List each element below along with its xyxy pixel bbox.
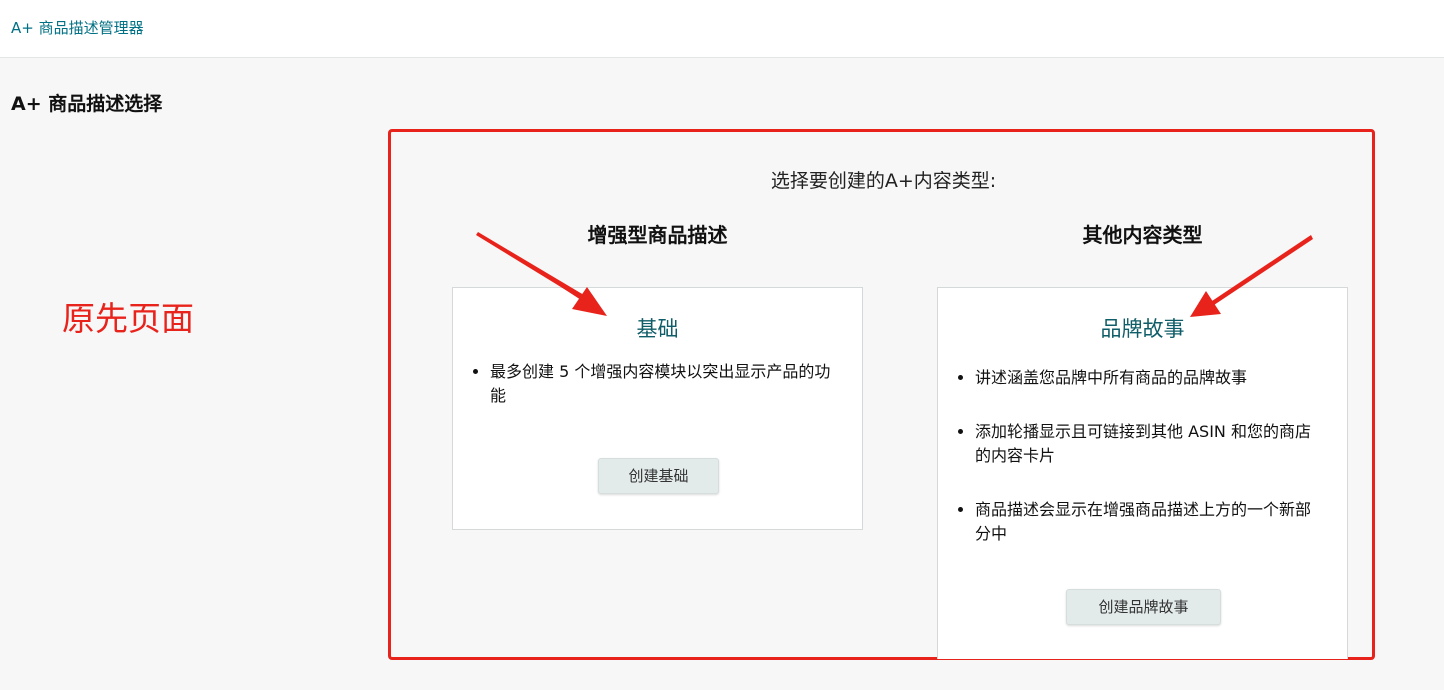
- page-title: A+ 商品描述选择: [11, 93, 163, 115]
- create-brand-story-button[interactable]: 创建品牌故事: [1066, 589, 1221, 625]
- annotation-label: 原先页面: [62, 299, 194, 338]
- basic-card-bullets: 最多创建 5 个增强内容模块以突出显示产品的功能: [490, 360, 836, 426]
- content-type-prompt: 选择要创建的A+内容类型:: [770, 170, 997, 192]
- top-bar: A+ 商品描述管理器: [0, 0, 1444, 58]
- breadcrumb-link[interactable]: A+ 商品描述管理器: [11, 17, 144, 38]
- list-item: 最多创建 5 个增强内容模块以突出显示产品的功能: [490, 360, 836, 408]
- brand-story-card-bullets: 讲述涵盖您品牌中所有商品的品牌故事 添加轮播显示且可链接到其他 ASIN 和您的…: [975, 366, 1321, 564]
- enhanced-description-heading: 增强型商品描述: [587, 223, 728, 247]
- list-item: 添加轮播显示且可链接到其他 ASIN 和您的商店的内容卡片: [975, 420, 1321, 468]
- list-item: 商品描述会显示在增强商品描述上方的一个新部分中: [975, 498, 1321, 546]
- create-basic-button[interactable]: 创建基础: [598, 458, 719, 494]
- brand-story-card: 品牌故事 讲述涵盖您品牌中所有商品的品牌故事 添加轮播显示且可链接到其他 ASI…: [937, 287, 1348, 659]
- brand-story-card-title: 品牌故事: [1100, 317, 1185, 341]
- list-item: 讲述涵盖您品牌中所有商品的品牌故事: [975, 366, 1321, 390]
- other-content-heading: 其他内容类型: [1082, 223, 1203, 247]
- basic-card-title: 基础: [636, 317, 679, 341]
- basic-card: 基础 最多创建 5 个增强内容模块以突出显示产品的功能 创建基础: [452, 287, 863, 530]
